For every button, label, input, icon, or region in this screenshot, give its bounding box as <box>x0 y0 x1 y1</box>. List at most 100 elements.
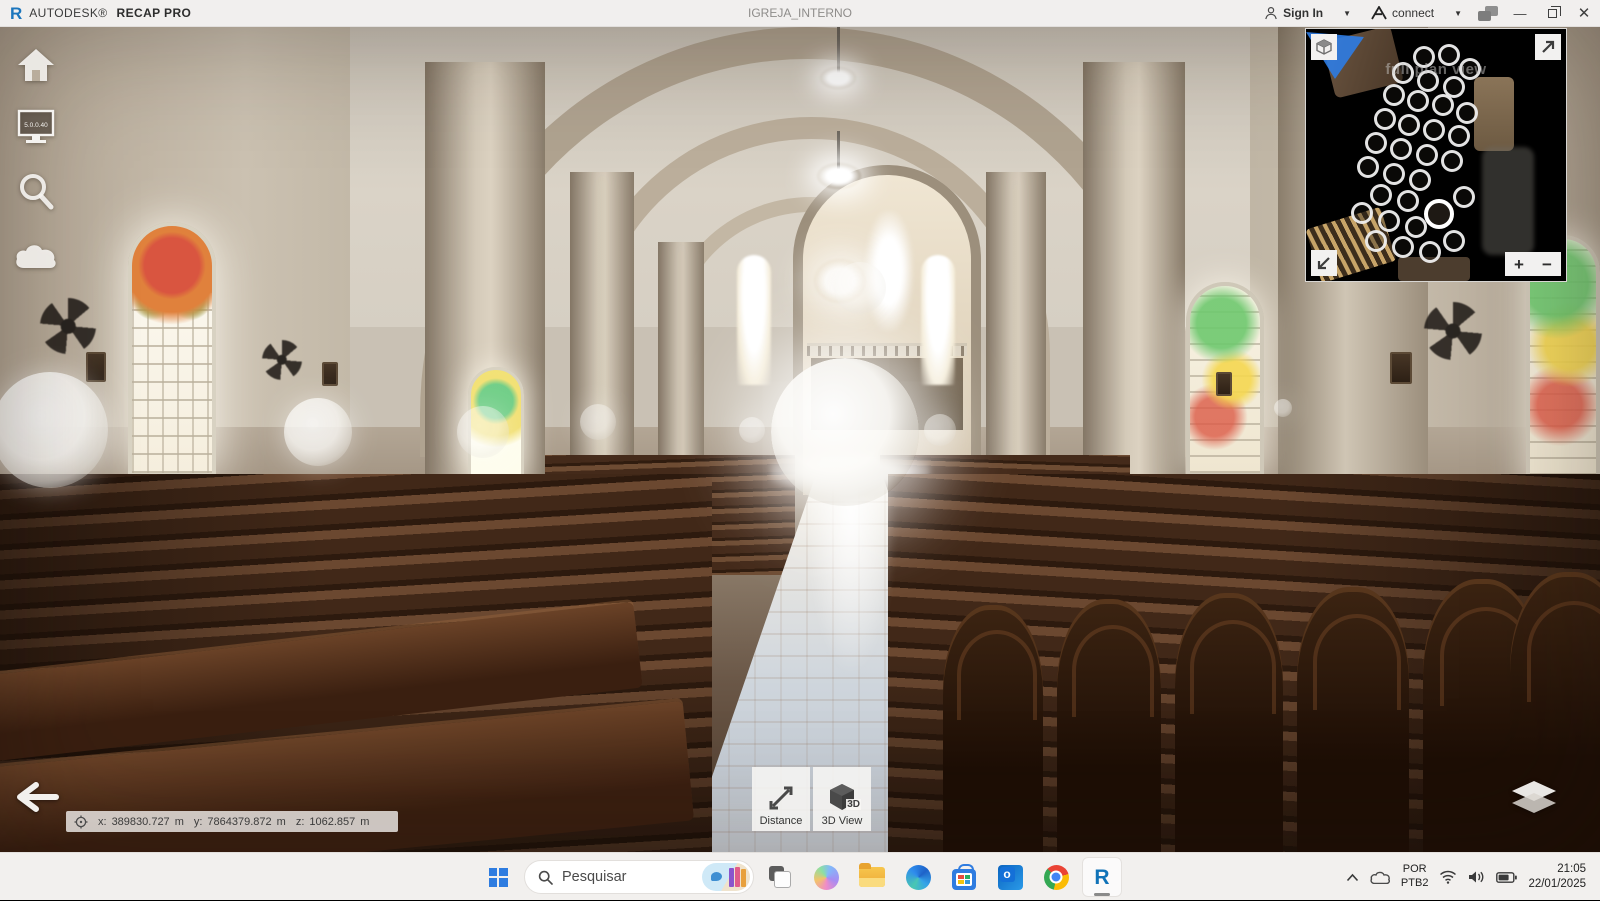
minimap-scan-point[interactable] <box>1405 216 1427 238</box>
chrome-button[interactable] <box>1036 857 1076 897</box>
task-view-icon <box>769 866 791 888</box>
minimap-scan-point[interactable] <box>1419 241 1441 263</box>
distance-tool-button[interactable]: Distance <box>752 767 810 831</box>
minimap-zoom-in-button[interactable]: + <box>1505 252 1533 276</box>
recap-logo-icon: R <box>10 5 22 22</box>
minimap-scan-point[interactable] <box>1443 230 1465 252</box>
sign-in-caret[interactable]: ▼ <box>1333 9 1361 18</box>
taskbar-search[interactable]: Pesquisar <box>524 860 754 894</box>
cloud-button[interactable] <box>14 233 58 277</box>
display-settings-button[interactable]: 5.0.0.40 <box>14 105 58 149</box>
home-button[interactable] <box>14 43 58 87</box>
sign-in-button[interactable]: Sign In <box>1254 0 1333 26</box>
clock[interactable]: 21:05 22/01/2025 <box>1528 862 1586 892</box>
minimap-scan-point[interactable] <box>1456 102 1478 124</box>
minimap-scan-point[interactable] <box>1397 190 1419 212</box>
minimap-scan-point[interactable] <box>1432 94 1454 116</box>
scan-location-sphere[interactable] <box>924 414 956 446</box>
minimap-scan-point[interactable] <box>1448 125 1470 147</box>
layers-icon <box>1508 779 1560 821</box>
search-icon <box>538 870 553 885</box>
minimap-scan-point[interactable] <box>1365 230 1387 252</box>
scan-location-sphere[interactable] <box>1274 399 1292 417</box>
wifi-icon[interactable] <box>1439 870 1457 884</box>
scan-location-sphere[interactable] <box>834 262 886 314</box>
diagonal-arrows-icon <box>767 784 795 812</box>
scan-location-sphere[interactable] <box>457 406 509 458</box>
battery-icon[interactable] <box>1496 872 1517 883</box>
3d-view-button[interactable]: 3D 3D View <box>813 767 871 831</box>
minimap-collapse-button[interactable] <box>1311 250 1337 276</box>
minimap-zoom-out-button[interactable]: − <box>1533 252 1561 276</box>
minimap-scan-point[interactable] <box>1438 44 1460 66</box>
scan-location-sphere[interactable] <box>580 404 616 440</box>
minimap-scan-point[interactable] <box>1365 132 1387 154</box>
outlook-icon <box>998 865 1023 890</box>
onedrive-cloud-icon[interactable] <box>1370 871 1390 884</box>
minimap-scan-point[interactable] <box>1357 156 1379 178</box>
microsoft-store-button[interactable] <box>944 857 984 897</box>
folder-icon <box>859 867 885 887</box>
recap-icon: R <box>1094 867 1109 888</box>
realview-viewport[interactable]: 5.0.0.40 x:389830.727m y:7864379.872m <box>0 27 1600 852</box>
minimap-scan-point[interactable] <box>1398 114 1420 136</box>
scan-location-sphere[interactable] <box>284 398 352 466</box>
minimap-scan-point[interactable] <box>1423 119 1445 141</box>
cube-3d-label: 3D <box>846 799 861 810</box>
minimap-scan-point[interactable] <box>1413 46 1435 68</box>
minimap-scan-point[interactable] <box>1390 138 1412 160</box>
copilot-button[interactable] <box>806 857 846 897</box>
product-name: RECAP PRO <box>117 6 192 20</box>
file-explorer-button[interactable] <box>852 857 892 897</box>
minimap-scan-point[interactable] <box>1392 62 1414 84</box>
outlook-button[interactable] <box>990 857 1030 897</box>
start-button[interactable] <box>478 857 518 897</box>
minimap-home-view-button[interactable] <box>1311 34 1337 60</box>
minimap-scan-point[interactable] <box>1416 144 1438 166</box>
restore-button[interactable] <box>1536 0 1568 26</box>
layers-button[interactable] <box>1508 779 1560 823</box>
minimap-scan-point[interactable] <box>1409 169 1431 191</box>
edge-button[interactable] <box>898 857 938 897</box>
volume-icon[interactable] <box>1468 870 1485 884</box>
minimap-scan-point[interactable] <box>1441 150 1463 172</box>
home-icon <box>17 48 55 82</box>
chrome-icon <box>1044 865 1069 890</box>
minimap-scan-point[interactable] <box>1392 236 1414 258</box>
scan-location-sphere[interactable] <box>771 358 919 506</box>
person-icon <box>1264 6 1278 20</box>
task-view-button[interactable] <box>760 857 800 897</box>
minimap-scan-point[interactable] <box>1378 210 1400 232</box>
minimap-scan-point[interactable] <box>1459 58 1481 80</box>
chat-icon <box>1478 6 1498 21</box>
minimap-scan-point[interactable] <box>1383 163 1405 185</box>
windows-taskbar: Pesquisar R POR PTB2 <box>0 852 1600 900</box>
search-button[interactable] <box>14 169 58 213</box>
feedback-chat-button[interactable] <box>1472 0 1504 26</box>
recap-app-button[interactable]: R <box>1082 857 1122 897</box>
tray-chevron-up-icon[interactable] <box>1346 873 1359 882</box>
minimap-scan-point[interactable] <box>1374 108 1396 130</box>
expand-arrow-icon <box>1540 39 1556 55</box>
minimize-button[interactable]: — <box>1504 0 1536 26</box>
autodesk-a-icon <box>1371 6 1387 20</box>
coordinate-y: y:7864379.872m <box>194 816 286 828</box>
minimap-scan-point[interactable] <box>1370 184 1392 206</box>
scan-location-sphere[interactable] <box>739 417 765 443</box>
minimap-scan-point[interactable] <box>1407 90 1429 112</box>
minimap-scan-point[interactable] <box>1417 70 1439 92</box>
minimap-current-scan-point[interactable] <box>1424 199 1454 229</box>
back-navigation-button[interactable] <box>16 781 60 815</box>
minimap-scan-point[interactable] <box>1383 84 1405 106</box>
brand-name: AUTODESK® <box>29 6 107 20</box>
minimap-scan-point[interactable] <box>1351 202 1373 224</box>
collapse-arrow-icon <box>1316 255 1332 271</box>
minimap-panel[interactable]: full plan view + − <box>1305 28 1567 282</box>
connect-button[interactable]: connect <box>1361 0 1444 26</box>
minimap-expand-button[interactable] <box>1535 34 1561 60</box>
scan-location-sphere[interactable] <box>0 372 108 488</box>
connect-caret[interactable]: ▼ <box>1444 9 1472 18</box>
language-indicator[interactable]: POR PTB2 <box>1401 863 1429 891</box>
minimap-scan-point[interactable] <box>1453 186 1475 208</box>
close-button[interactable]: ✕ <box>1568 0 1600 26</box>
